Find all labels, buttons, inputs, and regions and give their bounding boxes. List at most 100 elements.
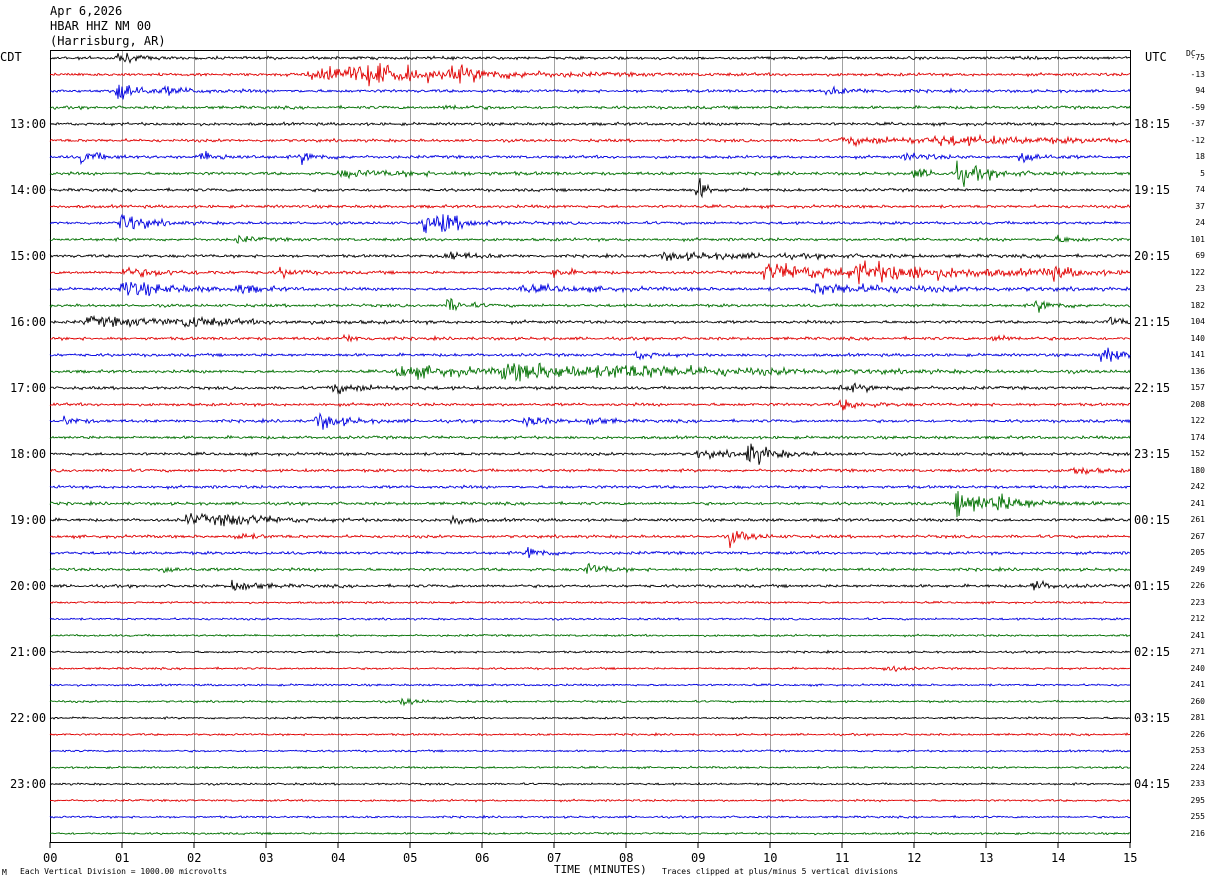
helicorder-plot xyxy=(49,50,1131,848)
trace-39 xyxy=(49,682,1131,688)
trace-27 xyxy=(49,484,1131,491)
trace-11 xyxy=(49,213,1131,234)
trace-28 xyxy=(49,491,1131,518)
cdt-hour-label: 23:00 xyxy=(10,777,47,791)
dc-offset-label: -75 xyxy=(1190,53,1205,62)
trace-21 xyxy=(49,382,1131,395)
trace-12 xyxy=(49,234,1131,244)
dc-offset-label: 240 xyxy=(1190,663,1205,673)
dc-offset-label: 122 xyxy=(1190,267,1205,277)
dc-offset-label: 205 xyxy=(1190,548,1205,557)
dc-offset-label: 101 xyxy=(1190,234,1205,244)
utc-hour-label: 23:15 xyxy=(1134,447,1171,461)
dc-offset-label: 241 xyxy=(1190,630,1205,640)
utc-hour-label: 04:15 xyxy=(1134,777,1171,791)
trace-31 xyxy=(49,547,1131,559)
cdt-hour-label: 19:00 xyxy=(10,513,47,527)
cdt-hour-label: 21:00 xyxy=(10,645,47,659)
x-tick-label: 05 xyxy=(403,851,418,865)
dc-offset-label: 212 xyxy=(1190,614,1205,623)
dc-offset-label: 249 xyxy=(1190,564,1205,574)
dc-offset-label: 152 xyxy=(1190,449,1205,458)
dc-offset-label: 182 xyxy=(1190,300,1205,310)
trace-2 xyxy=(49,63,1131,87)
trace-26 xyxy=(49,466,1131,476)
dc-offset-label: -12 xyxy=(1190,135,1205,145)
x-tick-label: 11 xyxy=(835,851,850,865)
x-tick-label: 01 xyxy=(115,851,130,865)
trace-17 xyxy=(49,314,1131,328)
x-tick-label: 10 xyxy=(763,851,778,865)
dc-offset-label: 23 xyxy=(1195,284,1205,293)
dc-offset-label: 18 xyxy=(1195,152,1205,161)
trace-8 xyxy=(49,160,1131,187)
dc-offset-label: 94 xyxy=(1195,86,1205,95)
trace-35 xyxy=(49,616,1131,621)
trace-6 xyxy=(49,133,1131,148)
dc-offset-label: 136 xyxy=(1190,366,1205,376)
x-tick-label: 09 xyxy=(691,851,706,865)
dc-offset-label: 261 xyxy=(1190,515,1205,524)
trace-24 xyxy=(49,434,1131,441)
trace-10 xyxy=(49,203,1131,210)
dc-offset-label: 233 xyxy=(1190,779,1205,788)
dc-offset-label: 174 xyxy=(1190,432,1205,442)
trace-36 xyxy=(49,633,1131,638)
trace-44 xyxy=(49,765,1131,770)
dc-offset-label: 260 xyxy=(1190,696,1205,706)
dc-offset-label: -59 xyxy=(1190,102,1205,112)
trace-4 xyxy=(49,104,1131,111)
cdt-hour-label: 20:00 xyxy=(10,579,47,593)
trace-29 xyxy=(49,512,1131,527)
x-axis-title: TIME (MINUTES) xyxy=(554,863,647,876)
dc-offset-label: 140 xyxy=(1190,333,1205,343)
cdt-hour-label: 16:00 xyxy=(10,315,47,329)
x-tick-label: 03 xyxy=(259,851,274,865)
dc-offset-label: 122 xyxy=(1190,416,1205,425)
dc-offset-label: 5 xyxy=(1200,168,1205,178)
trace-19 xyxy=(49,347,1131,362)
x-tick-label: 14 xyxy=(1051,851,1066,865)
utc-hour-label: 22:15 xyxy=(1134,381,1171,395)
trace-25 xyxy=(49,443,1131,465)
dc-offset-label: 141 xyxy=(1190,350,1205,359)
dc-offset-label: 226 xyxy=(1190,581,1205,590)
utc-hour-label: 02:15 xyxy=(1134,645,1171,659)
trace-32 xyxy=(49,562,1131,574)
trace-22 xyxy=(49,399,1130,411)
trace-9 xyxy=(49,178,1131,199)
dc-offset-label: 295 xyxy=(1190,795,1205,805)
dc-offset-label: 255 xyxy=(1190,812,1205,821)
trace-40 xyxy=(49,697,1131,707)
dc-offset-label: 24 xyxy=(1195,218,1205,227)
x-tick-label: 02 xyxy=(187,851,202,865)
trace-30 xyxy=(49,530,1131,549)
trace-14 xyxy=(49,260,1131,285)
trace-37 xyxy=(49,649,1131,655)
trace-5 xyxy=(49,121,1131,128)
dc-offset-label: -37 xyxy=(1190,119,1205,128)
trace-18 xyxy=(49,333,1131,343)
dc-offset-label: 241 xyxy=(1190,680,1205,689)
trace-34 xyxy=(49,600,1130,605)
trace-16 xyxy=(49,297,1131,313)
dc-offset-label: 208 xyxy=(1190,399,1205,409)
dc-offset-label: 253 xyxy=(1190,746,1205,755)
plot-frame xyxy=(50,50,1131,843)
x-tick-label: 13 xyxy=(979,851,994,865)
traces-group xyxy=(49,52,1131,836)
trace-3 xyxy=(49,84,1131,100)
x-tick-label: 06 xyxy=(475,851,490,865)
trace-15 xyxy=(49,281,1131,297)
utc-hour-label: 19:15 xyxy=(1134,183,1171,197)
dc-offset-label: 69 xyxy=(1195,251,1205,260)
trace-41 xyxy=(49,715,1131,721)
x-tick-label: 00 xyxy=(43,851,58,865)
trace-13 xyxy=(49,251,1131,261)
time-grid xyxy=(122,51,1059,842)
dc-offset-label: 242 xyxy=(1190,482,1205,491)
dc-offset-label: 157 xyxy=(1190,383,1205,392)
x-tick-label: 04 xyxy=(331,851,346,865)
x-tick-label: 15 xyxy=(1123,851,1138,865)
dc-offset-label: 216 xyxy=(1190,828,1205,838)
